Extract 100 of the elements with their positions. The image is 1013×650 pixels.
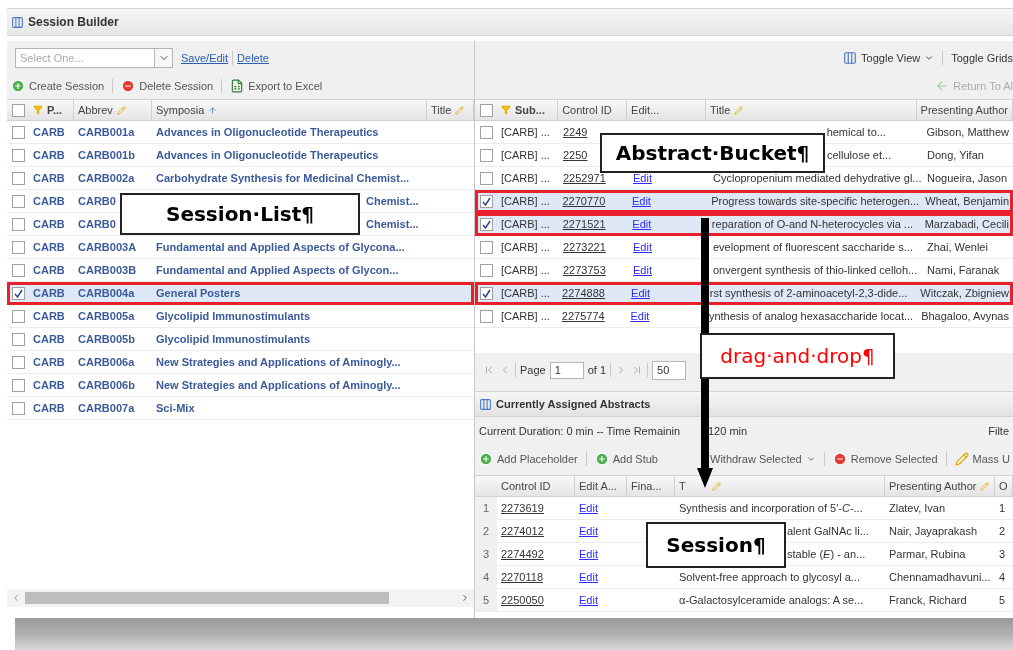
columns-icon [843, 51, 858, 65]
table-cell: Cyclopropenium mediated dehydrative gl... [713, 171, 922, 184]
row-checkbox[interactable] [479, 263, 493, 277]
select-all-checkbox[interactable] [479, 103, 493, 117]
toolbar-button[interactable]: Add Placeholder [479, 450, 578, 468]
column-header[interactable]: Control ID [558, 100, 628, 120]
edit-link[interactable]: Edit [579, 593, 598, 606]
session-row[interactable]: CARB CARB004a General Posters [7, 282, 474, 305]
column-header[interactable]: Title [705, 100, 917, 120]
edit-link[interactable]: Edit [579, 570, 598, 583]
edit-link[interactable]: Edit [579, 547, 598, 560]
toolbar-button[interactable]: Toggle View [843, 49, 935, 67]
edit-link[interactable]: Edit [579, 501, 598, 514]
control-id-link[interactable]: 2271521 [562, 217, 606, 230]
control-id-link[interactable]: 2274492 [501, 547, 544, 560]
column-header[interactable]: Title [427, 100, 474, 120]
edit-link[interactable]: Edit [633, 240, 652, 253]
column-header[interactable]: O [995, 476, 1013, 496]
arrow-left-icon [935, 79, 950, 93]
row-checkbox[interactable] [11, 240, 25, 254]
link[interactable]: Delete [237, 49, 269, 67]
row-checkbox[interactable] [11, 171, 25, 185]
edit-link[interactable]: Edit [631, 194, 651, 207]
toolbar-button[interactable]: Delete Session [121, 77, 214, 95]
row-checkbox[interactable] [11, 309, 25, 323]
spreadsheet-icon [230, 79, 245, 93]
row-checkbox[interactable] [479, 240, 493, 254]
edit-link[interactable]: Edit [633, 263, 652, 276]
scroll-thumb[interactable] [25, 592, 389, 604]
column-header[interactable]: Control ID [497, 476, 575, 496]
abstract-row[interactable]: [CARB] ... 2271521 Edit reparation of O-and N-heterocycles via ... Marzabadi, Cecili [475, 213, 1013, 236]
page-field[interactable]: 1 [549, 361, 584, 379]
select-all-checkbox[interactable] [11, 103, 25, 117]
toolbar-button[interactable]: Remove Selected [832, 450, 938, 468]
edit-link[interactable]: Edit [631, 286, 650, 299]
row-checkbox[interactable] [479, 125, 493, 139]
edit-link[interactable]: Edit [633, 171, 652, 184]
abstract-row[interactable]: [CARB] ... 2270770 Edit Progress towards site-specific heterogen... Wheat, Benjamin [475, 190, 1013, 213]
toolbar-button[interactable]: Export to Excel [230, 77, 323, 95]
control-id-link[interactable]: 2270118 [501, 570, 543, 583]
column-header[interactable]: P... [29, 100, 74, 120]
row-checkbox[interactable] [11, 401, 25, 415]
row-checkbox[interactable] [11, 286, 25, 300]
control-id-link[interactable]: 2250050 [501, 593, 544, 606]
toolbar-button[interactable]: Create Session [11, 77, 105, 95]
control-id-link[interactable]: 2273221 [563, 240, 606, 253]
edit-link[interactable]: Edit [630, 309, 650, 322]
scroll-left-icon[interactable] [11, 593, 21, 603]
control-id-link[interactable]: 2270770 [562, 194, 606, 207]
row-checkbox[interactable] [479, 217, 493, 231]
row-checkbox[interactable] [479, 171, 493, 185]
scrollbar[interactable] [7, 589, 474, 607]
link[interactable]: Save/Edit [181, 49, 229, 67]
control-id-link[interactable]: 2275774 [561, 309, 605, 322]
table-cell: CARB0 [78, 194, 116, 207]
row-checkbox[interactable] [11, 332, 25, 346]
toolbar-button[interactable]: Add Stub [594, 450, 658, 468]
toolbar-button[interactable]: Mass U [954, 450, 1010, 468]
edit-link[interactable]: Edit [632, 217, 652, 230]
edit-link[interactable]: Edit [579, 524, 598, 537]
row-checkbox[interactable] [11, 355, 25, 369]
first-page-icon[interactable] [483, 364, 495, 376]
row-checkbox[interactable] [479, 286, 493, 300]
toolbar-button[interactable]: Toggle Grids [951, 49, 1013, 67]
column-header[interactable]: Presenting Author [916, 100, 1013, 120]
row-checkbox[interactable] [11, 217, 25, 231]
toolbar-button[interactable]: Withdraw Selected [710, 450, 816, 468]
pencil-icon [980, 481, 990, 491]
column-header[interactable]: Sub... [497, 100, 559, 120]
column-header[interactable]: Abbrev [74, 100, 152, 120]
row-checkbox[interactable] [11, 263, 25, 277]
table-cell: CARB [33, 171, 65, 184]
scroll-right-icon[interactable] [460, 593, 470, 603]
control-id-link[interactable]: 2249 [562, 125, 588, 138]
row-checkbox[interactable] [11, 194, 25, 208]
column-header[interactable]: Edit A... [575, 476, 627, 496]
row-checkbox[interactable] [479, 194, 493, 208]
column-header[interactable]: Symposia [152, 100, 427, 120]
row-checkbox[interactable] [11, 148, 25, 162]
column-header[interactable]: Fina... [627, 476, 675, 496]
dropdown-button[interactable] [155, 48, 173, 68]
row-checkbox[interactable] [479, 148, 493, 162]
column-header[interactable]: Presenting Author [885, 476, 995, 496]
control-id-link[interactable]: 2273619 [501, 501, 544, 514]
table-cell: CARB [33, 378, 65, 391]
control-id-link[interactable]: 2274012 [501, 524, 544, 537]
session-select-field[interactable]: Select One... [15, 48, 155, 68]
control-id-link[interactable]: 2250 [563, 148, 588, 161]
row-checkbox[interactable] [11, 378, 25, 392]
row-checkbox[interactable] [11, 125, 25, 139]
row-checkbox[interactable] [479, 309, 493, 323]
column-header[interactable]: Edit... [627, 100, 706, 120]
page-size-field[interactable]: 50 [652, 360, 687, 380]
control-id-link[interactable]: 2274888 [562, 286, 605, 299]
abstract-row[interactable]: [CARB] ... 2274888 Edit rst synthesis of 2-aminoacetyl-2,3-dide... Witczak, Zbigniew [475, 282, 1013, 305]
control-id-link[interactable]: 2252971 [563, 171, 606, 184]
assigned-row[interactable]: 1 2273619 Edit Synthesis and incorporation of 5'-C-... Zlatev, Ivan 1 [475, 497, 1013, 520]
table-cell: 1 [999, 501, 1006, 514]
assigned-row[interactable]: 5 2250050 Edit α-Galactosylceramide analogs: A se... Franck, Richard 5 [475, 589, 1013, 612]
control-id-link[interactable]: 2273753 [563, 263, 606, 276]
